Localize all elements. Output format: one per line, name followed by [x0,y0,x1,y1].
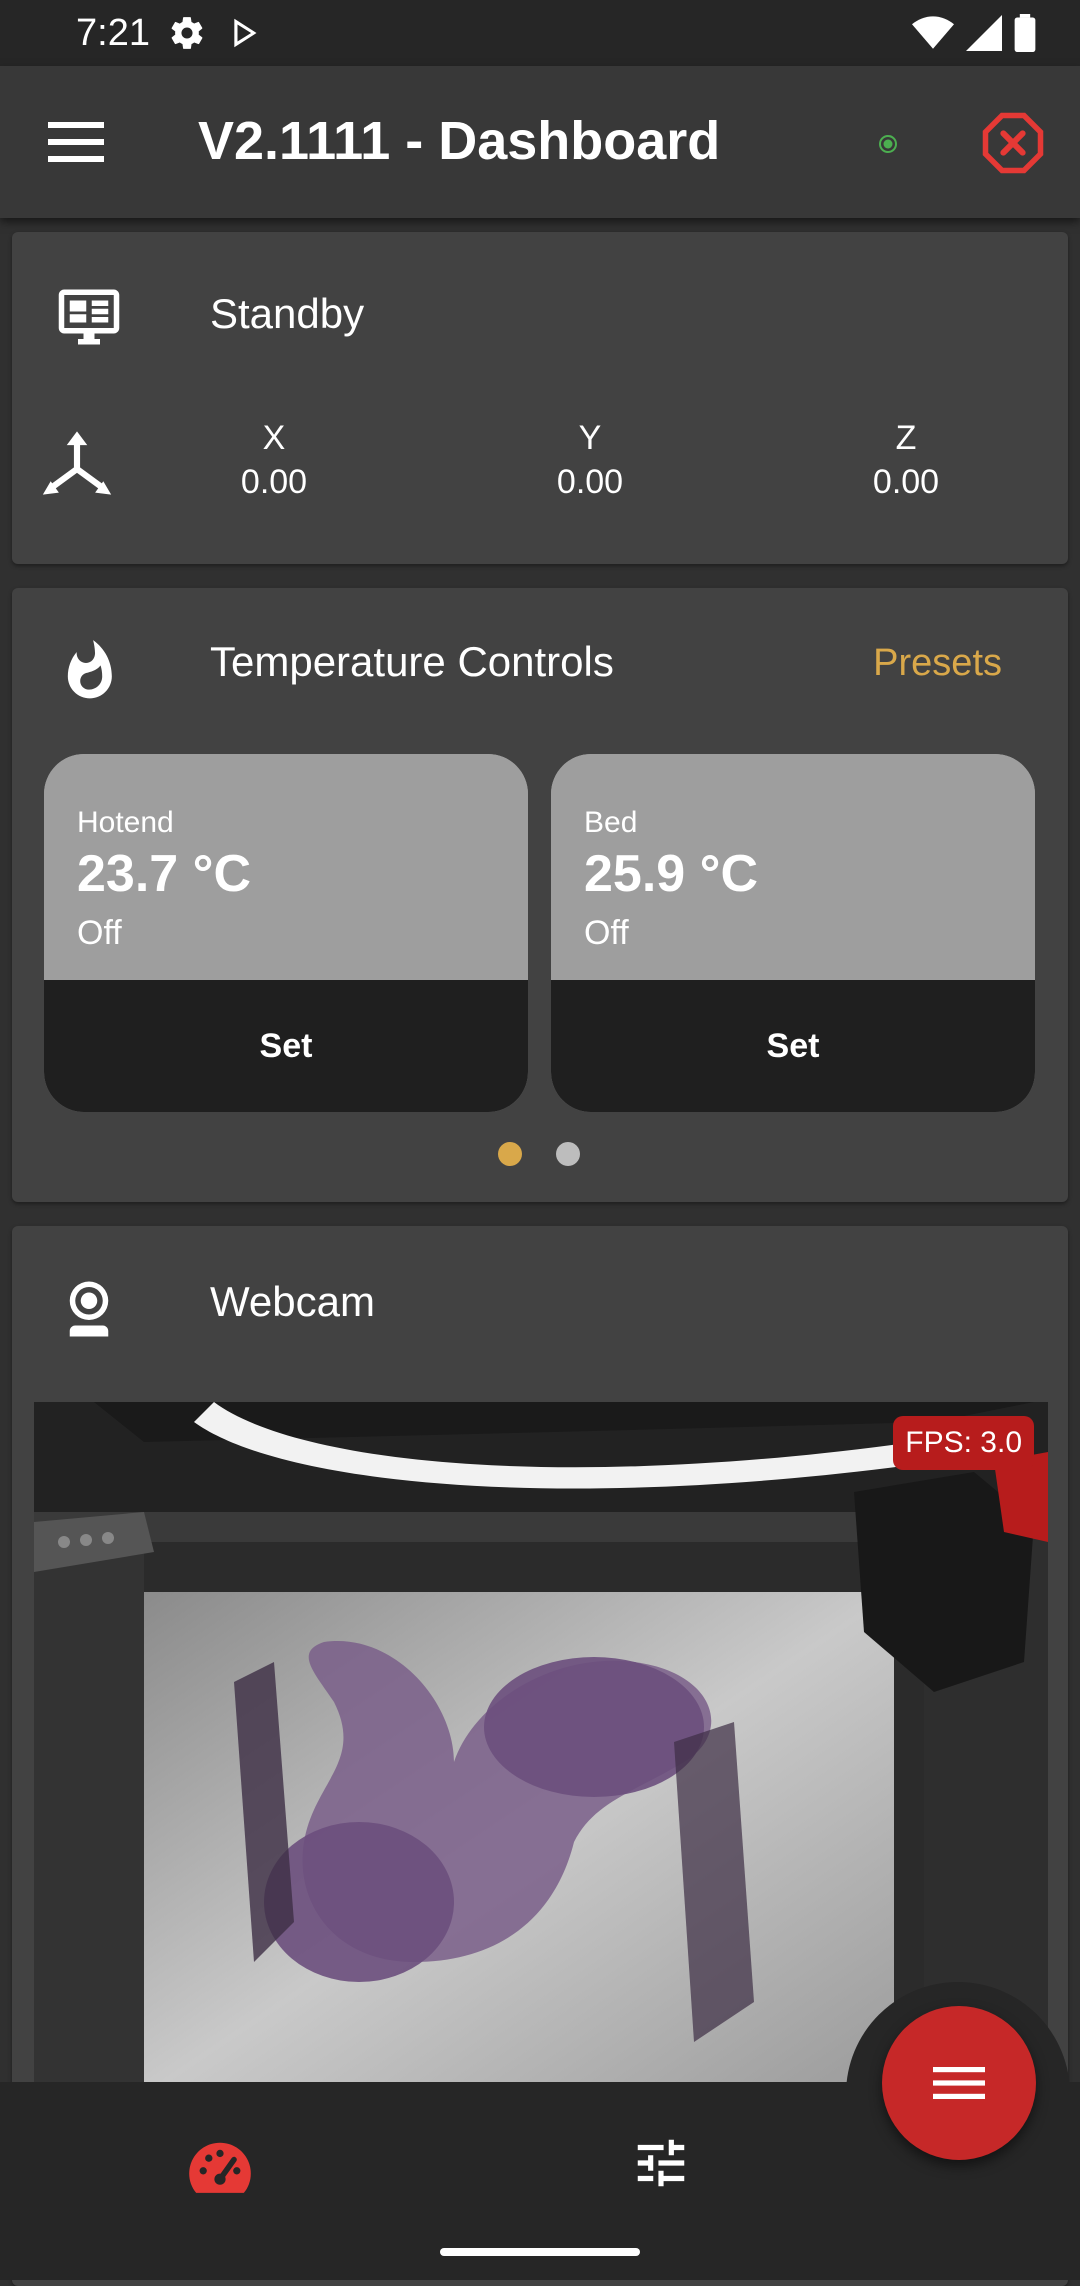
wifi-icon [912,16,954,49]
axis-z: Z 0.00 [816,416,996,504]
axis-x-label: X [262,419,286,457]
hamburger-menu-icon[interactable] [48,122,104,162]
printer-status-card: Standby X 0.00 Y 0.00 Z 0.00 [12,232,1068,564]
axis-y-value: 0.00 [556,463,624,501]
axis-arrows-icon [42,431,112,495]
axis-z-label: Z [895,419,917,457]
system-status-bar: 7:21 [0,0,1080,66]
home-gesture-handle[interactable] [440,2248,640,2256]
webcam-icon [69,1281,109,1337]
axis-x-value: 0.00 [240,463,308,501]
monitor-dashboard-icon [58,289,120,345]
hotend-state: Off [77,914,122,952]
temperature-controls-card: Temperature Controls Presets Hotend 23.7… [12,588,1068,1202]
hotend-tile[interactable]: Hotend 23.7 °C Off Set [44,754,528,1112]
webcam-card-title: Webcam [210,1278,375,1325]
cellular-signal-icon [966,15,1002,51]
play-store-icon [234,18,257,48]
bed-temperature: 25.9 °C [584,845,759,903]
settings-gear-icon [171,17,203,49]
system-navigation-bar [0,2234,1080,2280]
tune-sliders-icon[interactable] [628,2132,694,2194]
speedometer-icon[interactable] [186,2140,254,2196]
presets-button[interactable]: Presets [873,642,1002,685]
fps-badge: FPS: 3.0 [893,1416,1034,1470]
hotend-readout: Hotend 23.7 °C Off [44,754,528,980]
app-bar: V2.1111 - Dashboard [0,66,1080,218]
emergency-stop-icon[interactable] [980,110,1046,176]
bed-readout: Bed 25.9 °C Off [551,754,1035,980]
printer-state-label: Standby [210,290,365,337]
temperature-card-title: Temperature Controls [210,638,614,685]
page-dot[interactable] [556,1142,580,1166]
axis-y: Y 0.00 [500,416,680,504]
bed-tile[interactable]: Bed 25.9 °C Off Set [551,754,1035,1112]
hotend-temperature: 23.7 °C [77,845,252,903]
page-dot[interactable] [498,1142,522,1166]
webcam-stream[interactable]: FPS: 3.0 [34,1402,1048,2102]
axis-y-label: Y [578,419,602,457]
hotend-set-button[interactable]: Set [44,980,528,1112]
page-title: V2.1111 - Dashboard [198,111,721,171]
bed-label: Bed [584,806,638,839]
webcam-frame-image [34,1402,1048,2102]
axis-x: X 0.00 [184,416,364,504]
bed-set-button[interactable]: Set [551,980,1035,1112]
battery-icon [1014,14,1036,52]
status-time: 7:21 [76,12,150,54]
menu-fab-button[interactable] [882,2006,1036,2160]
hotend-label: Hotend [77,806,174,839]
fire-icon [67,640,112,699]
bed-state: Off [584,914,629,952]
axis-z-value: 0.00 [872,463,940,501]
status-indicators [912,14,1036,52]
menu-lines-icon [933,2067,985,2099]
connection-status-icon [879,135,897,153]
